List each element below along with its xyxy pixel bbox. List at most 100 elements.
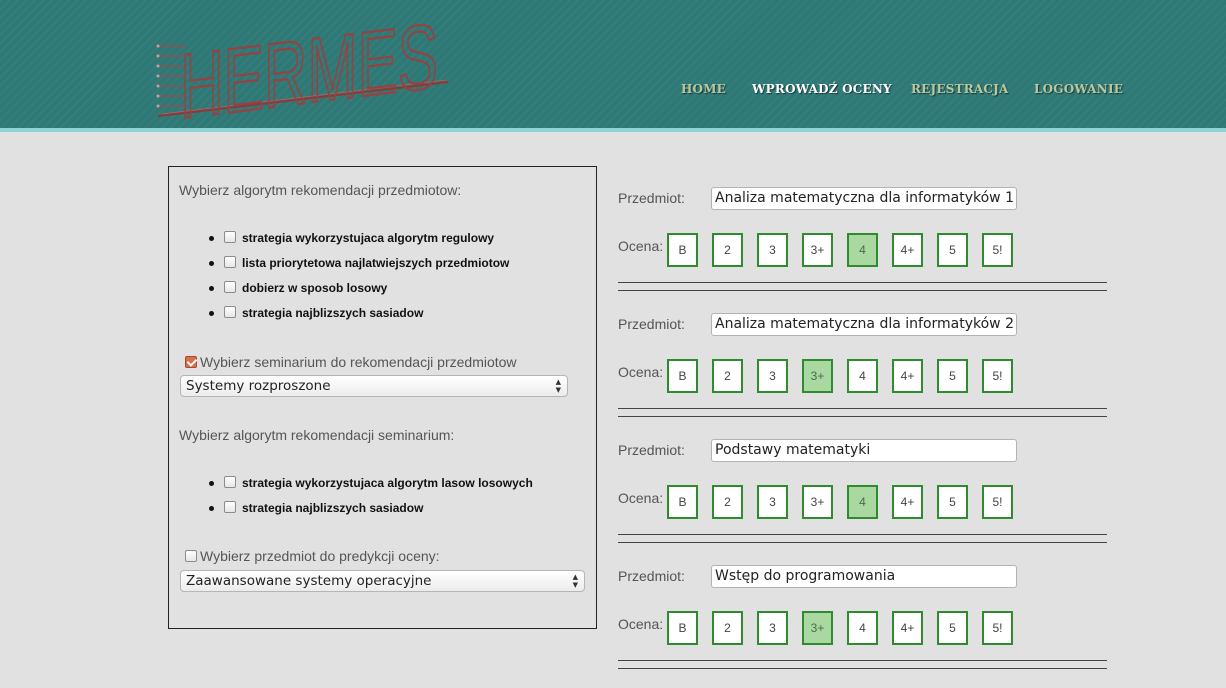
- list-item: strategia najblizszych sasiadow: [169, 303, 509, 328]
- bullet: [209, 506, 214, 511]
- grade-button[interactable]: 3: [757, 233, 788, 267]
- subject-name-field[interactable]: Wstęp do programowania: [711, 565, 1017, 588]
- subject-algo-checkbox[interactable]: [224, 231, 236, 243]
- bullet: [209, 481, 214, 486]
- list-item: dobierz w sposob losowy: [169, 278, 509, 303]
- subject-algo-label: dobierz w sposob losowy: [242, 281, 388, 295]
- grade-button[interactable]: 4+: [892, 359, 923, 393]
- subject-label: Przedmiot:: [618, 190, 685, 206]
- separator-line: [618, 408, 1107, 409]
- bullet: [209, 261, 214, 266]
- separator-line: [618, 660, 1107, 661]
- grade-button[interactable]: 2: [712, 611, 743, 645]
- grade-button[interactable]: 3+: [802, 485, 833, 519]
- grade-button[interactable]: 4: [847, 485, 878, 519]
- grade-button[interactable]: 3: [757, 485, 788, 519]
- select-arrows-icon: ▲ ▼: [555, 378, 561, 394]
- grade-button[interactable]: B: [667, 233, 698, 267]
- grade-button[interactable]: B: [667, 359, 698, 393]
- seminar-select-value: Systemy rozproszone: [186, 378, 331, 394]
- grade-button[interactable]: 2: [712, 485, 743, 519]
- separator-line: [618, 542, 1107, 543]
- grade-label: Ocena:: [618, 616, 664, 632]
- separator-line: [618, 416, 1107, 417]
- subject-algo-checkbox[interactable]: [224, 281, 236, 293]
- separator-line: [618, 290, 1107, 291]
- seminar-algo-heading: Wybierz algorytm rekomendacji seminarium…: [179, 427, 455, 443]
- list-item: strategia najblizszych sasiadow: [169, 498, 533, 523]
- grade-button[interactable]: 3+: [802, 233, 833, 267]
- subject-algo-heading: Wybierz algorytm rekomendacji przedmioto…: [179, 182, 462, 198]
- nav-wprowadz-oceny[interactable]: WPROWADŹ OCENY: [752, 82, 892, 96]
- bullet: [209, 286, 214, 291]
- header: HERMES HOME WPROWADŹ OCENY REJESTRACJA L…: [0, 0, 1226, 132]
- subject-algo-label: lista priorytetowa najlatwiejszych przed…: [242, 256, 510, 270]
- nav-home[interactable]: HOME: [681, 82, 726, 96]
- subject-algo-checkbox[interactable]: [224, 306, 236, 318]
- subject-name-field[interactable]: Analiza matematyczna dla informatyków 2: [711, 313, 1017, 336]
- grade-button[interactable]: 4: [847, 359, 878, 393]
- grade-button[interactable]: 4+: [892, 611, 923, 645]
- grade-button[interactable]: 3+: [802, 359, 833, 393]
- nav-rejestracja[interactable]: REJESTRACJA: [911, 82, 1009, 96]
- predict-checkbox-label: Wybierz przedmiot do predykcji oceny:: [200, 548, 440, 564]
- subject-algo-label: strategia najblizszych sasiadow: [242, 306, 424, 320]
- grade-button[interactable]: 5!: [982, 485, 1013, 519]
- predict-select[interactable]: Zaawansowane systemy operacyjne ▲ ▼: [180, 570, 585, 592]
- separator-line: [618, 668, 1107, 669]
- subject-algo-label: strategia wykorzystujaca algorytm regulo…: [242, 231, 495, 245]
- seminar-algo-checkbox[interactable]: [224, 501, 236, 513]
- main-nav: HOME WPROWADŹ OCENY REJESTRACJA LOGOWANI…: [0, 82, 1226, 102]
- grade-button[interactable]: 4: [847, 611, 878, 645]
- predict-select-value: Zaawansowane systemy operacyjne: [186, 573, 432, 589]
- subject-algo-list: strategia wykorzystujaca algorytm regulo…: [169, 228, 509, 328]
- list-item: strategia wykorzystujaca algorytm lasow …: [169, 473, 533, 498]
- predict-checkbox[interactable]: [185, 550, 197, 562]
- separator-line: [618, 534, 1107, 535]
- seminar-checkbox-label: Wybierz seminarium do rekomendacji przed…: [200, 354, 517, 370]
- seminar-algo-label: strategia najblizszych sasiadow: [242, 501, 424, 515]
- grade-label: Ocena:: [618, 490, 664, 506]
- seminar-select[interactable]: Systemy rozproszone ▲ ▼: [180, 375, 568, 397]
- grade-button[interactable]: B: [667, 611, 698, 645]
- grade-button[interactable]: 3: [757, 611, 788, 645]
- grade-button[interactable]: 4+: [892, 233, 923, 267]
- subject-name-field[interactable]: Podstawy matematyki: [711, 439, 1017, 462]
- separator-line: [618, 282, 1107, 283]
- grade-button[interactable]: B: [667, 485, 698, 519]
- seminar-algo-list: strategia wykorzystujaca algorytm lasow …: [169, 473, 533, 523]
- subject-label: Przedmiot:: [618, 442, 685, 458]
- hermes-logo[interactable]: HERMES: [152, 10, 452, 125]
- list-item: lista priorytetowa najlatwiejszych przed…: [169, 253, 509, 278]
- grade-button[interactable]: 5: [937, 359, 968, 393]
- bullet: [209, 236, 214, 241]
- grade-button[interactable]: 5: [937, 233, 968, 267]
- grade-button[interactable]: 4: [847, 233, 878, 267]
- seminar-algo-checkbox[interactable]: [224, 476, 236, 488]
- grade-button[interactable]: 2: [712, 233, 743, 267]
- grade-button[interactable]: 5!: [982, 359, 1013, 393]
- grade-button[interactable]: 5: [937, 611, 968, 645]
- grade-button[interactable]: 2: [712, 359, 743, 393]
- seminar-checkbox-row: Wybierz seminarium do rekomendacji przed…: [185, 354, 517, 370]
- seminar-checkbox[interactable]: [185, 356, 197, 368]
- grade-button[interactable]: 5!: [982, 611, 1013, 645]
- svg-text:HERMES: HERMES: [180, 10, 438, 125]
- nav-logowanie[interactable]: LOGOWANIE: [1034, 82, 1123, 96]
- recommendation-settings-panel: Wybierz algorytm rekomendacji przedmioto…: [168, 166, 597, 629]
- grade-button[interactable]: 3+: [802, 611, 833, 645]
- select-arrows-icon: ▲ ▼: [572, 573, 578, 589]
- subject-label: Przedmiot:: [618, 316, 685, 332]
- seminar-algo-label: strategia wykorzystujaca algorytm lasow …: [242, 476, 533, 490]
- grade-label: Ocena:: [618, 238, 664, 254]
- predict-checkbox-row: Wybierz przedmiot do predykcji oceny:: [185, 548, 440, 564]
- subject-algo-checkbox[interactable]: [224, 256, 236, 268]
- grade-button[interactable]: 4+: [892, 485, 923, 519]
- bullet: [209, 311, 214, 316]
- grade-button[interactable]: 5: [937, 485, 968, 519]
- list-item: strategia wykorzystujaca algorytm regulo…: [169, 228, 509, 253]
- subject-label: Przedmiot:: [618, 568, 685, 584]
- subject-name-field[interactable]: Analiza matematyczna dla informatyków 1: [711, 187, 1017, 210]
- grade-button[interactable]: 5!: [982, 233, 1013, 267]
- grade-button[interactable]: 3: [757, 359, 788, 393]
